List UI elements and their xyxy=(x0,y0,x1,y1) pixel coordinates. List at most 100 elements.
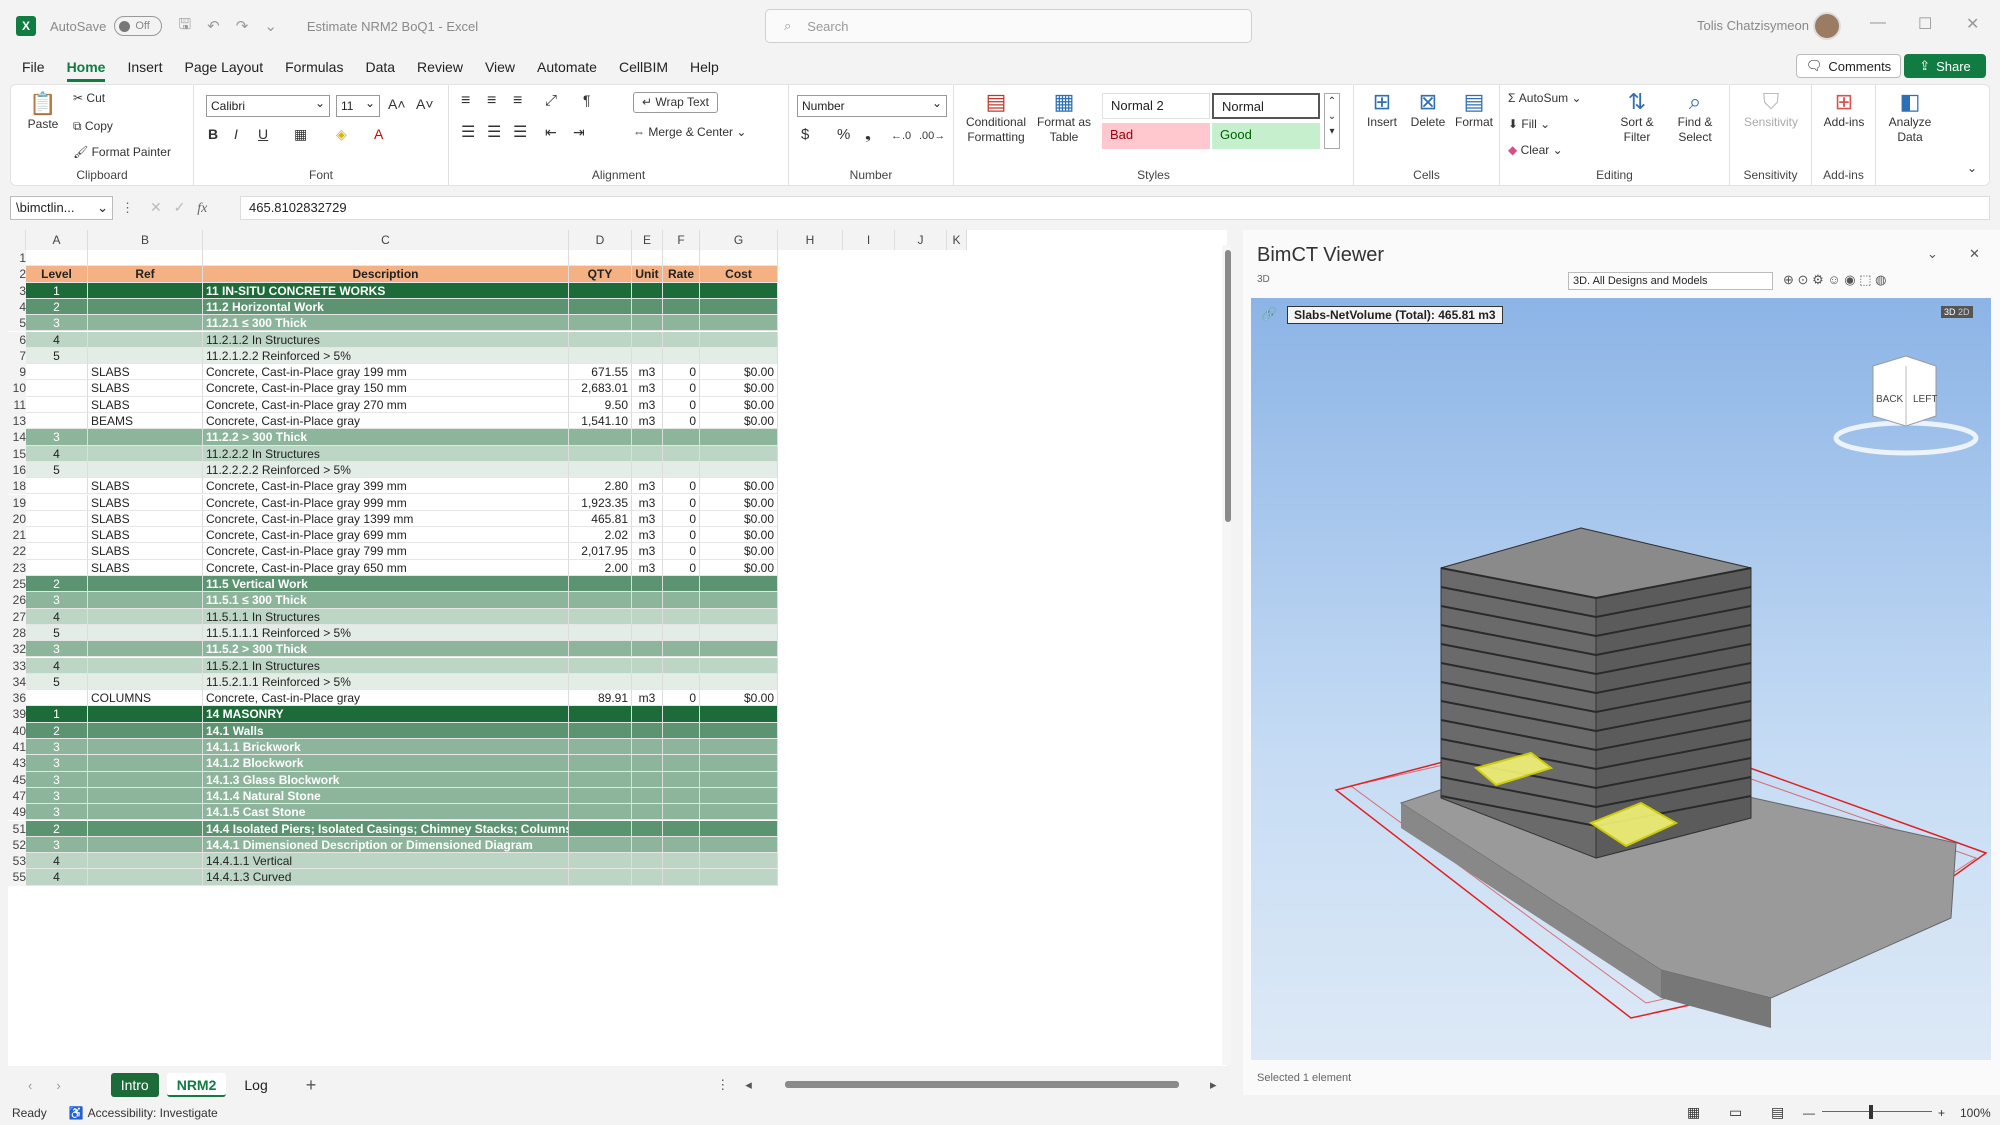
increase-indent-icon[interactable]: ⇥ xyxy=(573,125,585,140)
cell-rate[interactable] xyxy=(663,347,700,365)
cell-cost[interactable] xyxy=(700,804,778,821)
cell-qty[interactable]: QTY xyxy=(569,266,632,283)
cell-rate[interactable] xyxy=(663,722,700,739)
cell-cost[interactable] xyxy=(700,787,778,805)
cell-qty[interactable] xyxy=(569,461,632,479)
row-number[interactable]: 21 xyxy=(8,527,26,544)
cell-desc[interactable]: 14.4.1.3 Curved xyxy=(203,869,569,886)
format-painter-button[interactable]: 🖌 Format Painter xyxy=(73,145,171,160)
cell-qty[interactable] xyxy=(569,755,632,772)
cell-cost[interactable] xyxy=(700,608,778,625)
menu-insert[interactable]: Insert xyxy=(127,52,162,82)
grow-font-icon[interactable]: A˄ xyxy=(388,97,406,112)
style-normal2[interactable]: Normal 2 xyxy=(1102,93,1210,119)
cell-rate[interactable] xyxy=(663,804,700,821)
cell-level[interactable]: 2 xyxy=(26,576,88,593)
cell-rate[interactable] xyxy=(663,592,700,609)
cell-qty[interactable]: 9.50 xyxy=(569,396,632,413)
cell-rate[interactable] xyxy=(663,461,700,479)
next-sheet-icon[interactable]: › xyxy=(56,1078,60,1093)
cell-rate[interactable] xyxy=(663,641,700,658)
cell-ref[interactable]: COLUMNS xyxy=(88,690,203,707)
row-number[interactable]: 51 xyxy=(8,820,26,837)
row-number[interactable]: 16 xyxy=(8,461,26,479)
column-header[interactable]: K xyxy=(947,230,967,250)
cell-qty[interactable] xyxy=(569,836,632,854)
cell-unit[interactable] xyxy=(632,787,663,805)
cell-unit[interactable]: m3 xyxy=(632,510,663,528)
close-icon[interactable]: ✕ xyxy=(1966,14,1979,34)
cell-level[interactable]: 4 xyxy=(26,445,88,462)
cell-level[interactable]: 4 xyxy=(26,331,88,348)
cell-desc[interactable]: 11.5.1 ≤ 300 Thick xyxy=(203,592,569,609)
cell-unit[interactable]: m3 xyxy=(632,543,663,560)
cell-ref[interactable] xyxy=(88,331,203,348)
cell-unit[interactable] xyxy=(632,282,663,299)
cell-unit[interactable] xyxy=(632,755,663,772)
cell-desc[interactable]: 14.1.3 Glass Blockwork xyxy=(203,771,569,788)
format-as-table-button[interactable]: ▦ Format as Table xyxy=(1034,89,1094,145)
cell-cost[interactable]: $0.00 xyxy=(700,559,778,576)
cell-cost[interactable] xyxy=(700,820,778,837)
model-select[interactable]: 3D. All Designs and Models xyxy=(1568,272,1773,290)
row-number[interactable]: 5 xyxy=(8,315,26,332)
cell-unit[interactable]: m3 xyxy=(632,559,663,576)
cell-cost[interactable] xyxy=(700,657,778,674)
cell-qty[interactable] xyxy=(569,804,632,821)
cell-ref[interactable]: BEAMS xyxy=(88,413,203,430)
column-header[interactable]: E xyxy=(632,230,663,250)
row-number[interactable]: 19 xyxy=(8,494,26,511)
zoom-slider-thumb[interactable] xyxy=(1869,1105,1873,1119)
cell-cost[interactable] xyxy=(700,576,778,593)
cell-level[interactable]: 3 xyxy=(26,755,88,772)
cell-ref[interactable] xyxy=(88,820,203,837)
row-number[interactable]: 43 xyxy=(8,755,26,772)
cell-rate[interactable] xyxy=(663,836,700,854)
add-sheet-icon[interactable]: + xyxy=(306,1075,317,1096)
cell-rate[interactable]: 0 xyxy=(663,478,700,495)
shrink-font-icon[interactable]: A˅ xyxy=(416,97,434,112)
cell-cost[interactable] xyxy=(700,673,778,691)
column-header[interactable]: J xyxy=(895,230,947,250)
cell-rate[interactable]: 0 xyxy=(663,527,700,544)
cell-desc[interactable]: 11.5.1.1 In Structures xyxy=(203,608,569,625)
cell-level[interactable]: 3 xyxy=(26,592,88,609)
row-number[interactable]: 6 xyxy=(8,331,26,348)
settings-icon[interactable]: ⚙ xyxy=(1812,272,1824,287)
cell-level[interactable]: 5 xyxy=(26,673,88,691)
cancel-icon[interactable]: ✕ xyxy=(150,199,162,215)
cell-cost[interactable] xyxy=(700,836,778,854)
viewer-toolbar-icons[interactable]: ⊕ ⊙ ⚙ ☺ ◉ ⬚ ◍ xyxy=(1783,272,1886,288)
cell-unit[interactable] xyxy=(632,429,663,446)
cell-level[interactable]: 3 xyxy=(26,787,88,805)
cell-level[interactable]: 3 xyxy=(26,739,88,756)
cell-ref[interactable] xyxy=(88,804,203,821)
cell-ref[interactable]: SLABS xyxy=(88,510,203,528)
row-number[interactable]: 15 xyxy=(8,445,26,462)
menu-data[interactable]: Data xyxy=(365,52,395,82)
redo-icon[interactable]: ↷ xyxy=(236,17,249,35)
cell-ref[interactable] xyxy=(88,755,203,772)
column-header[interactable]: D xyxy=(569,230,632,250)
maximize-icon[interactable]: ☐ xyxy=(1918,14,1932,34)
cell-rate[interactable] xyxy=(663,869,700,886)
autosave-toggle[interactable]: Off xyxy=(114,16,163,36)
cell-ref[interactable]: SLABS xyxy=(88,543,203,560)
cell-rate[interactable]: 0 xyxy=(663,380,700,397)
column-header[interactable]: B xyxy=(88,230,203,250)
cell-unit[interactable] xyxy=(632,706,663,723)
row-number[interactable]: 7 xyxy=(8,347,26,365)
row-number[interactable]: 1 xyxy=(8,250,26,267)
cell-cost[interactable] xyxy=(700,298,778,316)
cell-level[interactable] xyxy=(26,380,88,397)
cell-rate[interactable] xyxy=(663,445,700,462)
cell-rate[interactable]: Rate xyxy=(663,266,700,283)
format-cells-button[interactable]: ▤ Format xyxy=(1452,89,1496,130)
cell-level[interactable]: 3 xyxy=(26,804,88,821)
font-size-select[interactable]: 11 xyxy=(336,93,380,117)
font-color-icon[interactable]: A xyxy=(374,127,383,142)
cell-unit[interactable] xyxy=(632,445,663,462)
decrease-decimal-icon[interactable]: .00→ xyxy=(919,129,945,144)
cell-desc[interactable] xyxy=(203,250,569,267)
cell-rate[interactable] xyxy=(663,706,700,723)
